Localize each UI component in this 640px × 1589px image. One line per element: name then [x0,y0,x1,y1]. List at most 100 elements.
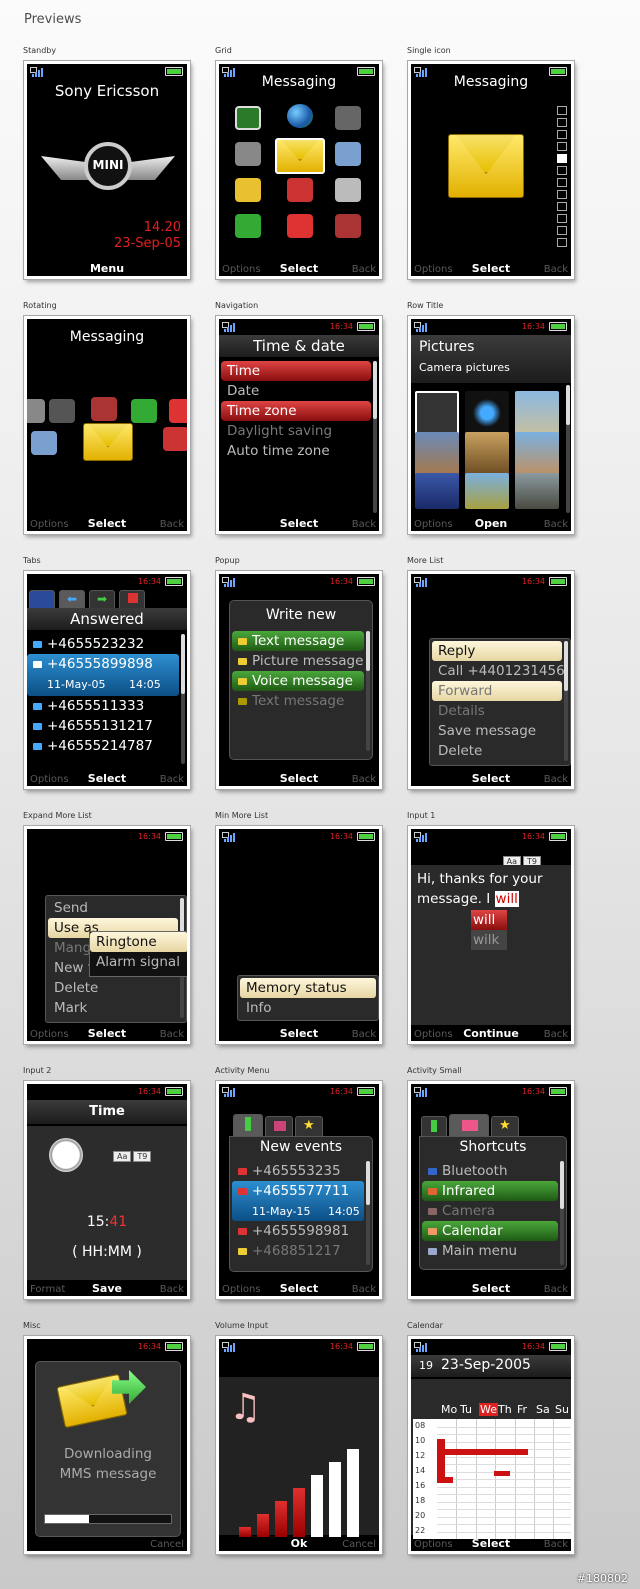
back-softkey[interactable]: Back [544,519,568,530]
games-icon[interactable] [335,106,361,130]
back-softkey[interactable]: Back [160,1029,184,1040]
list-item[interactable]: Voice message [232,671,364,691]
list-item[interactable]: Camera [422,1201,558,1221]
menu-item[interactable]: Send [48,898,178,918]
menu-item[interactable]: Delete [48,978,178,998]
menu-item[interactable]: Mark [48,998,178,1018]
media-icon[interactable] [235,106,261,130]
list-item[interactable]: Text message [232,691,364,711]
suggestion-item[interactable]: will [471,910,507,930]
radio-icon[interactable] [335,178,361,202]
photo-thumb[interactable] [465,432,509,476]
menu-item[interactable]: Memory status [240,978,376,998]
list-item[interactable]: +46555214787 [27,736,179,756]
globe-icon[interactable] [287,104,313,128]
back-softkey[interactable]: Back [352,1029,376,1040]
media-player-icon[interactable] [335,142,361,166]
list-item[interactable]: +4655577711 11-May-15 14:05 [232,1181,364,1221]
list-item[interactable]: Time zone [221,401,371,421]
submenu-item[interactable]: Alarm signal [90,952,187,972]
calendar-event[interactable] [437,1439,445,1449]
messaging-icon[interactable] [448,134,524,198]
list-item[interactable]: Calendar [422,1221,558,1241]
list-item[interactable]: Text message [232,631,364,651]
time-input[interactable]: 15:41 [27,1214,187,1230]
menu-item[interactable]: Call +4401231456 [432,661,565,681]
scrollbar[interactable] [181,634,185,764]
list-item[interactable]: Auto time zone [221,441,371,461]
cancel-softkey[interactable]: Cancel [150,1539,184,1550]
web-thumb[interactable] [465,391,509,435]
back-softkey[interactable]: Back [352,1284,376,1295]
back-softkey[interactable]: Back [160,1284,184,1295]
scrollbar[interactable] [373,361,377,513]
menu-item[interactable]: Details [432,701,562,721]
photo-thumb[interactable] [515,391,559,435]
scrollbar[interactable] [560,1161,564,1265]
camera-icon[interactable] [235,142,261,166]
menu-item[interactable]: Save message [432,721,562,741]
volume-bars[interactable] [219,1339,379,1551]
camera-icon[interactable] [27,399,45,423]
list-item[interactable]: Time [221,361,371,381]
camera-folder-thumb[interactable] [415,391,459,435]
back-softkey[interactable]: Back [544,1539,568,1550]
tab-running-apps[interactable] [449,1114,489,1136]
list-item[interactable]: +46555899898 11-May-05 14:05 [27,654,179,696]
back-softkey[interactable]: Back [544,1284,568,1295]
messaging-icon[interactable] [83,423,133,461]
calendar-event[interactable] [494,1471,510,1476]
back-softkey[interactable]: Back [352,519,376,530]
messaging-icon[interactable] [275,138,325,174]
scrollbar[interactable] [564,641,568,761]
photo-thumb[interactable] [415,473,459,509]
organizer-icon[interactable] [169,399,187,423]
call-list-icon[interactable] [131,399,157,423]
list-item[interactable]: Bluetooth [422,1161,558,1181]
back-softkey[interactable]: Back [352,774,376,785]
submenu-item[interactable]: Ringtone [90,932,187,952]
tab-answered[interactable]: ⬅ [59,590,85,608]
back-softkey[interactable]: Back [544,1029,568,1040]
list-item[interactable]: Daylight saving [221,421,371,441]
settings-icon[interactable] [335,214,361,238]
call-list-icon[interactable] [235,214,261,238]
list-item[interactable]: Infrared [422,1181,558,1201]
back-softkey[interactable]: Back [352,264,376,275]
menu-softkey[interactable]: Menu [27,262,187,275]
scrollbar[interactable] [566,385,570,513]
tab-running-apps[interactable] [265,1116,293,1136]
list-item[interactable]: +46555131217 [27,716,179,736]
menu-item[interactable]: Forward [432,681,562,701]
list-item[interactable]: +4655523232 [27,634,179,654]
menu-item[interactable]: Info [240,998,376,1018]
settings-icon[interactable] [91,397,117,421]
scrollbar[interactable] [366,631,370,751]
photo-thumb[interactable] [515,432,559,476]
back-softkey[interactable]: Back [160,519,184,530]
list-item[interactable]: +4655511333 [27,696,179,716]
message-text[interactable]: Hi, thanks for your message. I will [417,869,567,909]
list-item[interactable]: +4655598981 [232,1221,364,1241]
tab-my-shortcuts[interactable]: ★ [295,1116,323,1136]
games-icon[interactable] [49,399,75,423]
tab-dialled[interactable]: ➡ [89,590,115,608]
scrollbar[interactable] [366,1161,370,1265]
tab-all-calls[interactable] [29,590,55,608]
list-item[interactable]: +468851217 [232,1241,364,1261]
tab-new-events[interactable] [421,1116,447,1136]
tab-new-events[interactable] [233,1114,263,1136]
menu-item[interactable]: Delete [432,741,562,761]
media-icon[interactable] [31,431,57,455]
organizer-icon[interactable] [287,214,313,238]
list-item[interactable]: Main menu [422,1241,558,1261]
back-softkey[interactable]: Back [544,774,568,785]
list-item[interactable]: Date [221,381,371,401]
calendar-event[interactable] [437,1449,528,1455]
list-item[interactable]: +465553235 [232,1161,364,1181]
calendar-event[interactable] [437,1455,445,1477]
tab-my-shortcuts[interactable]: ★ [491,1116,519,1136]
menu-item[interactable]: Reply [432,641,562,661]
file-manager-icon[interactable] [235,178,261,202]
tab-missed[interactable] [119,590,145,608]
